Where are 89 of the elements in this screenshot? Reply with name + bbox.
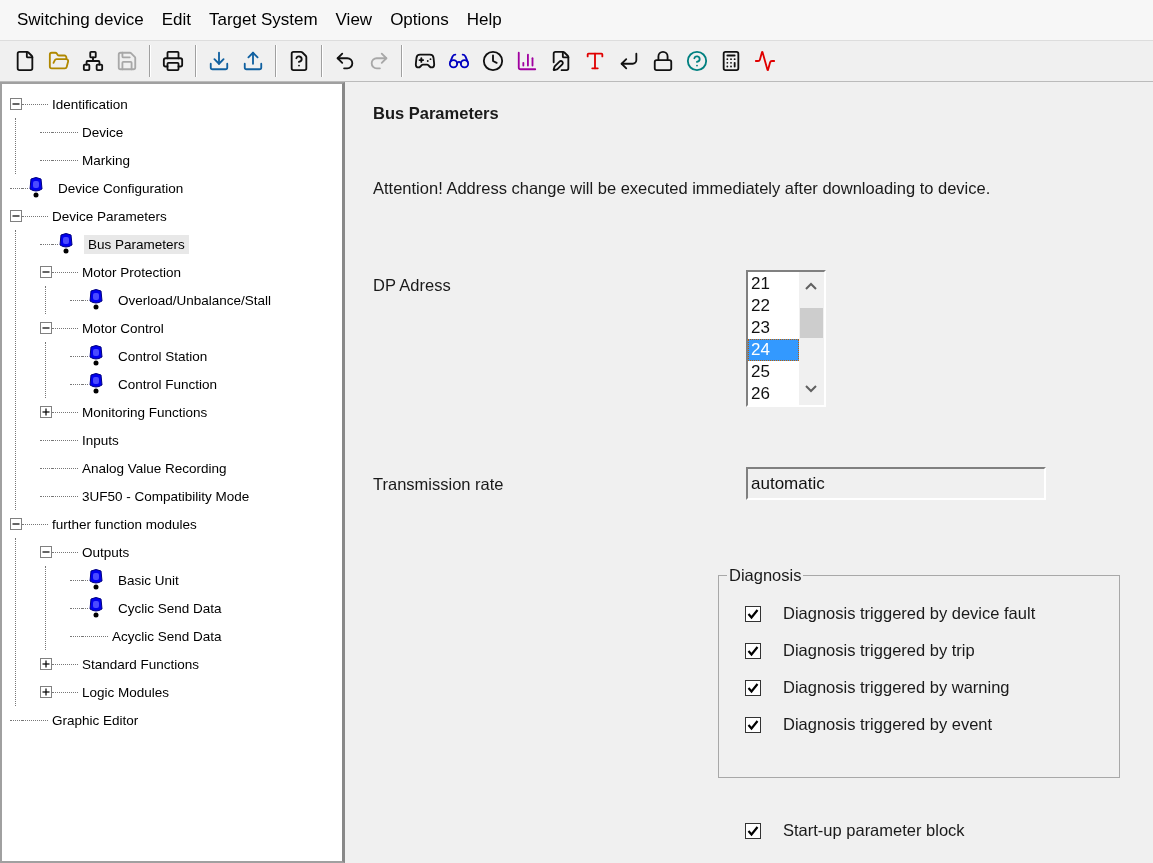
collapse-icon[interactable]: [10, 518, 22, 530]
undo-icon: [334, 50, 356, 72]
notice-text: Attention! Address change will be executed immediately after downloading to device.: [373, 179, 992, 198]
field-label: Transmission rate: [373, 474, 505, 495]
address-listbox[interactable]: 21 22 23 24 25 26: [746, 270, 826, 407]
checkbox-label: Diagnosis triggered by warning: [783, 678, 1010, 697]
tree-item[interactable]: Device Parameters: [48, 206, 171, 226]
checkbox[interactable]: [745, 642, 761, 659]
edit-document-icon: [550, 50, 572, 72]
collapse-icon[interactable]: [10, 210, 22, 222]
tree-item[interactable]: Overload/Unbalance/Stall: [114, 290, 276, 310]
collapse-icon[interactable]: [40, 266, 52, 278]
menu-item[interactable]: Help: [457, 10, 511, 30]
scroll-thumb[interactable]: [800, 308, 823, 338]
tree-item[interactable]: further function modules: [48, 514, 201, 534]
tree-item[interactable]: Inputs: [78, 430, 123, 450]
network-icon: [82, 50, 104, 72]
download-icon: [208, 50, 230, 72]
tree-item[interactable]: Graphic Editor: [48, 710, 143, 730]
list-item[interactable]: 23: [748, 317, 799, 339]
bulb-icon: [58, 233, 74, 255]
scroll-down-icon: [805, 385, 817, 393]
document-question-icon: [288, 50, 310, 72]
text-icon: [584, 50, 606, 72]
checkbox-label: Diagnosis triggered by event: [783, 715, 993, 734]
lock-icon: [652, 50, 674, 72]
list-item[interactable]: 25: [748, 361, 799, 383]
tree-item[interactable]: Standard Functions: [78, 654, 204, 674]
tree-item[interactable]: Monitoring Functions: [78, 402, 212, 422]
tree-item[interactable]: Logic Modules: [78, 682, 174, 702]
expand-icon[interactable]: [40, 658, 52, 670]
bulb-icon: [88, 569, 104, 591]
bulb-icon: [88, 373, 104, 395]
tree-item[interactable]: Device: [78, 122, 128, 142]
tree-item[interactable]: 3UF50 - Compatibility Mode: [78, 486, 254, 506]
menu-item[interactable]: Edit: [152, 10, 200, 30]
tree-item[interactable]: Outputs: [78, 542, 134, 562]
scrollbar[interactable]: [799, 272, 824, 405]
transmission-rate-field[interactable]: automatic: [746, 467, 1046, 500]
scroll-up-icon: [805, 282, 817, 290]
list-item[interactable]: 26: [748, 383, 799, 405]
save-icon: [116, 50, 138, 72]
expand-icon[interactable]: [40, 686, 52, 698]
checkbox-label: Diagnosis triggered by trip: [783, 641, 975, 660]
tree-item[interactable]: Acyclic Send Data: [108, 626, 226, 646]
menu-item[interactable]: View: [326, 10, 382, 30]
tree-item[interactable]: Marking: [78, 150, 134, 170]
bulb-icon: [88, 597, 104, 619]
tree-item[interactable]: Bus Parameters: [84, 234, 189, 254]
enter-key-icon: [618, 50, 640, 72]
help-icon: [686, 50, 708, 72]
tree-item[interactable]: Analog Value Recording: [78, 458, 231, 478]
tree-item[interactable]: Control Station: [114, 346, 212, 366]
collapse-icon[interactable]: [40, 322, 52, 334]
field-label: DP Adress: [373, 275, 452, 296]
bulb-icon: [88, 289, 104, 311]
bar-chart-icon: [516, 50, 538, 72]
upload-icon: [242, 50, 264, 72]
clock-icon: [482, 50, 504, 72]
checkbox[interactable]: [745, 679, 761, 696]
wave-icon: [754, 50, 776, 72]
group-title: Diagnosis: [728, 566, 803, 585]
tree-item[interactable]: Motor Control: [78, 318, 168, 338]
checkbox[interactable]: [745, 716, 761, 733]
tree-item[interactable]: Cyclic Send Data: [114, 598, 226, 618]
tree-item[interactable]: Identification: [48, 94, 132, 114]
tree-item[interactable]: Device Configuration: [54, 178, 188, 198]
checkbox[interactable]: [745, 605, 761, 622]
expand-icon[interactable]: [40, 406, 52, 418]
collapse-icon[interactable]: [40, 546, 52, 558]
menu-item[interactable]: Switching device: [8, 10, 153, 30]
tree-item[interactable]: Motor Protection: [78, 262, 186, 282]
list-item[interactable]: 22: [748, 295, 799, 317]
checkbox-label: Diagnosis triggered by device fault: [783, 604, 1036, 623]
checkbox-label: Start-up parameter block: [783, 821, 965, 840]
bulb-icon: [88, 345, 104, 367]
tree-item[interactable]: Basic Unit: [114, 570, 183, 590]
tree-item[interactable]: Control Function: [114, 374, 222, 394]
menu-item[interactable]: Target System: [199, 10, 327, 30]
new-file-icon: [14, 50, 36, 72]
menu-item[interactable]: Options: [381, 10, 458, 30]
section-title: Bus Parameters: [373, 104, 500, 123]
printer-icon: [162, 50, 184, 72]
folder-icon: [48, 50, 70, 72]
redo-icon: [368, 50, 390, 72]
collapse-icon[interactable]: [10, 98, 22, 110]
checkbox[interactable]: [745, 822, 761, 839]
list-item[interactable]: 21: [748, 273, 799, 295]
bulb-icon: [28, 177, 44, 199]
